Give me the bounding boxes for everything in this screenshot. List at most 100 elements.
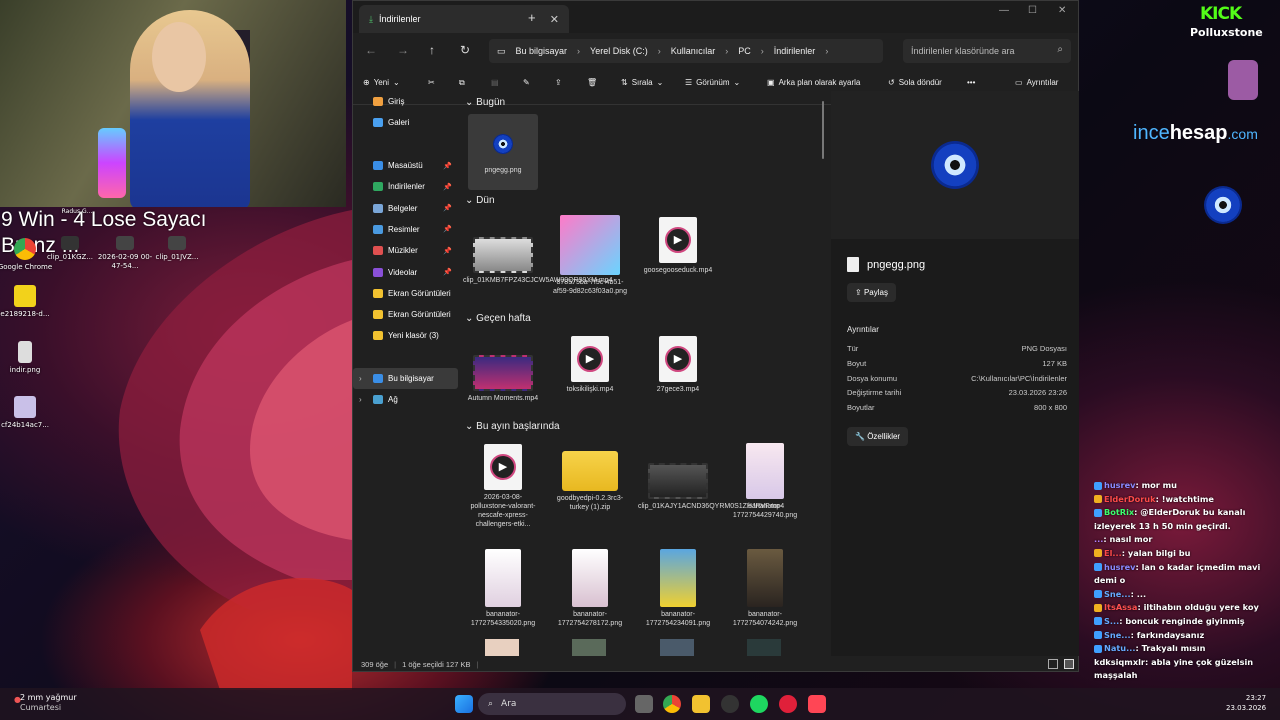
- preview-image-area: [831, 91, 1079, 239]
- start-button[interactable]: [455, 695, 473, 713]
- new-tab-button[interactable]: +: [528, 10, 536, 25]
- taskbar: ● 2 mm yağmur Cumartesi ⌕ Ara 23:27 23.03…: [0, 688, 1280, 720]
- properties-button[interactable]: 🔧 Özellikler: [847, 427, 909, 446]
- minimize-button[interactable]: —: [999, 5, 1009, 16]
- group-this-month[interactable]: ⌄ Bu ayın başlarında: [465, 421, 560, 432]
- address-bar[interactable]: ▭ Bu bilgisayar › Yerel Disk (C:) › Kullan…: [489, 39, 883, 63]
- task-view-icon[interactable]: [635, 695, 653, 713]
- chevron-down-icon: ⌄: [656, 78, 664, 87]
- sidebar-item-network[interactable]: › Ağ: [353, 389, 458, 410]
- tab-downloads[interactable]: ⤓ İndirilenler ✕: [359, 5, 569, 33]
- desktop-icon-file[interactable]: e2189218-d...: [0, 285, 55, 319]
- file-item[interactable]: Autumn Moments.mp4: [463, 355, 543, 403]
- details-button[interactable]: ▭ Ayrıntılar: [1015, 78, 1058, 87]
- valorant-icon[interactable]: [808, 695, 826, 713]
- file-item[interactable]: bananator-1772754335020.png: [463, 549, 543, 628]
- gallery-icon: [373, 118, 383, 128]
- rename-icon[interactable]: ✎: [523, 78, 530, 87]
- sort-button[interactable]: ⇅ Sırala ⌄: [621, 78, 663, 87]
- clock[interactable]: 23:27 23.03.2026: [1226, 693, 1266, 713]
- file-item[interactable]: bananator-1772754278172.png: [550, 549, 630, 628]
- scrollbar-thumb[interactable]: [822, 101, 824, 159]
- sidebar-item-music[interactable]: Müzikler 📌: [353, 240, 458, 261]
- network-icon: [373, 395, 383, 405]
- sidebar-item-screenshots[interactable]: Ekran Görüntüleri: [353, 283, 458, 304]
- rotate-icon: ↺: [888, 78, 895, 87]
- obs-icon[interactable]: [721, 695, 739, 713]
- sidebar-item-gallery[interactable]: Galeri: [353, 112, 458, 133]
- weather-widget[interactable]: ● 2 mm yağmur Cumartesi: [14, 693, 77, 713]
- sidebar-item-desktop[interactable]: Masaüstü 📌: [353, 155, 458, 176]
- chat-message: BotRix: @ElderDoruk bu kanalı izleyerek …: [1094, 507, 1246, 531]
- new-button[interactable]: ⊕ Yeni ⌄: [363, 78, 400, 87]
- cut-icon[interactable]: ✂: [428, 78, 435, 87]
- group-today[interactable]: ⌄ Bugün: [465, 97, 505, 108]
- forward-icon[interactable]: →: [397, 43, 409, 57]
- file-item[interactable]: goodbyedpi-0.2.3rc3-turkey (1).zip: [550, 451, 630, 512]
- breadcrumb-item[interactable]: Kullanıcılar: [671, 46, 716, 56]
- image-thumbnail: [660, 549, 696, 607]
- file-item[interactable]: ▶ goosegooseduck.mp4: [638, 217, 718, 275]
- sidebar-item-this-pc[interactable]: › Bu bilgisayar: [353, 367, 458, 390]
- breadcrumb-item[interactable]: PC: [738, 46, 751, 56]
- wallpaper-icon: ▣: [767, 78, 775, 87]
- rotate-left-button[interactable]: ↺ Sola döndür: [888, 78, 942, 87]
- more-button[interactable]: •••: [967, 78, 975, 87]
- view-button[interactable]: ☰ Görünüm ⌄: [685, 78, 740, 87]
- search-icon: ⌕: [1057, 44, 1063, 55]
- file-item[interactable]: clip_01KAJY1ACND36QYRM0S1ZHJRVF.mp4: [638, 463, 784, 511]
- sidebar-item-downloads[interactable]: İndirilenler 📌: [353, 176, 458, 197]
- copy-icon[interactable]: ⧉: [459, 78, 465, 88]
- sidebar-item-new-folder[interactable]: Yeni klasör (3): [353, 325, 458, 346]
- close-window-button[interactable]: ✕: [1058, 5, 1066, 16]
- desktop-icon-clip2[interactable]: clip_01JVZ...: [147, 236, 207, 262]
- sidebar-item-home[interactable]: Giriş: [353, 91, 458, 112]
- delete-icon[interactable]: 🗑: [587, 78, 597, 87]
- file-explorer-icon[interactable]: [692, 695, 710, 713]
- desktop-icon-recording[interactable]: 2026-02-09 00-47-54...: [95, 236, 155, 271]
- file-item[interactable]: ▶ toksikilişki.mp4: [550, 336, 630, 394]
- spotify-icon[interactable]: [750, 695, 768, 713]
- search-input[interactable]: İndirilenler klasöründe ara ⌕: [903, 39, 1071, 63]
- back-icon[interactable]: ←: [365, 43, 377, 57]
- share-button[interactable]: ⇪ Paylaş: [847, 283, 896, 302]
- desktop-icon-radus[interactable]: Radus G...: [47, 207, 107, 216]
- group-last-week[interactable]: ⌄ Geçen hafta: [465, 313, 531, 324]
- close-tab-button[interactable]: ✕: [550, 13, 559, 26]
- chat-message: kdksiqmxlr: abla yine çok güzelsin maşşa…: [1094, 656, 1254, 681]
- file-item-selected[interactable]: pngegg.png: [468, 114, 538, 190]
- desktop-icon: [373, 161, 383, 171]
- file-item[interactable]: clip_01KMB7FPZ43CJCW5AW00QR99XM.mp4: [463, 237, 613, 285]
- sidebar-item-documents[interactable]: Belgeler 📌: [353, 197, 458, 218]
- breadcrumb-item[interactable]: İndirilenler: [774, 46, 816, 56]
- tiles-view-icon[interactable]: [1064, 659, 1074, 669]
- app-icon[interactable]: [779, 695, 797, 713]
- desktop-icon-cf24[interactable]: cf24b14ac7...: [0, 396, 55, 430]
- breadcrumb-item[interactable]: Bu bilgisayar: [516, 46, 568, 56]
- chrome-icon[interactable]: [663, 695, 681, 713]
- details-view-icon[interactable]: [1048, 659, 1058, 669]
- taskbar-search[interactable]: ⌕ Ara: [478, 693, 626, 715]
- share-icon[interactable]: ⇪: [555, 78, 562, 87]
- sidebar-item-pictures[interactable]: Resimler 📌: [353, 219, 458, 240]
- file-item[interactable]: ▶ 27gece3.mp4: [638, 336, 718, 394]
- paste-icon[interactable]: ▤: [491, 78, 499, 87]
- breadcrumb-item[interactable]: Yerel Disk (C:): [590, 46, 648, 56]
- file-item[interactable]: bananator-1772754074242.png: [725, 549, 805, 628]
- refresh-icon[interactable]: ↻: [460, 43, 470, 57]
- detail-row: Değiştirme tarihi 23.03.2026 23:26: [847, 388, 1067, 397]
- desktop-icon-clip[interactable]: clip_01KGZ...: [40, 236, 100, 262]
- group-yesterday[interactable]: ⌄ Dün: [465, 195, 495, 206]
- file-item[interactable]: 878575ba-7f5c-4b51-af59-9d82c63f03a0.png: [550, 215, 630, 296]
- file-item[interactable]: ▶ 2026-03-08-polluxstone-valorant-nescaf…: [463, 444, 543, 529]
- chat-message: El...: yalan bilgi bu: [1094, 547, 1280, 561]
- maximize-button[interactable]: ☐: [1028, 5, 1037, 16]
- up-icon[interactable]: ↑: [429, 43, 435, 57]
- sidebar-item-screenshots-2[interactable]: Ekran Görüntüleri: [353, 304, 458, 325]
- desktop-icon-indir[interactable]: indir.png: [0, 341, 55, 375]
- sidebar-item-videos[interactable]: Videolar 📌: [353, 261, 458, 282]
- file-item[interactable]: bananator-1772754429740.png: [725, 443, 805, 520]
- set-background-button[interactable]: ▣ Arka plan olarak ayarla: [767, 78, 860, 87]
- file-item[interactable]: bananator-1772754234091.png: [638, 549, 718, 628]
- details-pane: pngegg.png ⇪ Paylaş Ayrıntılar Tür PNG Do…: [831, 91, 1079, 656]
